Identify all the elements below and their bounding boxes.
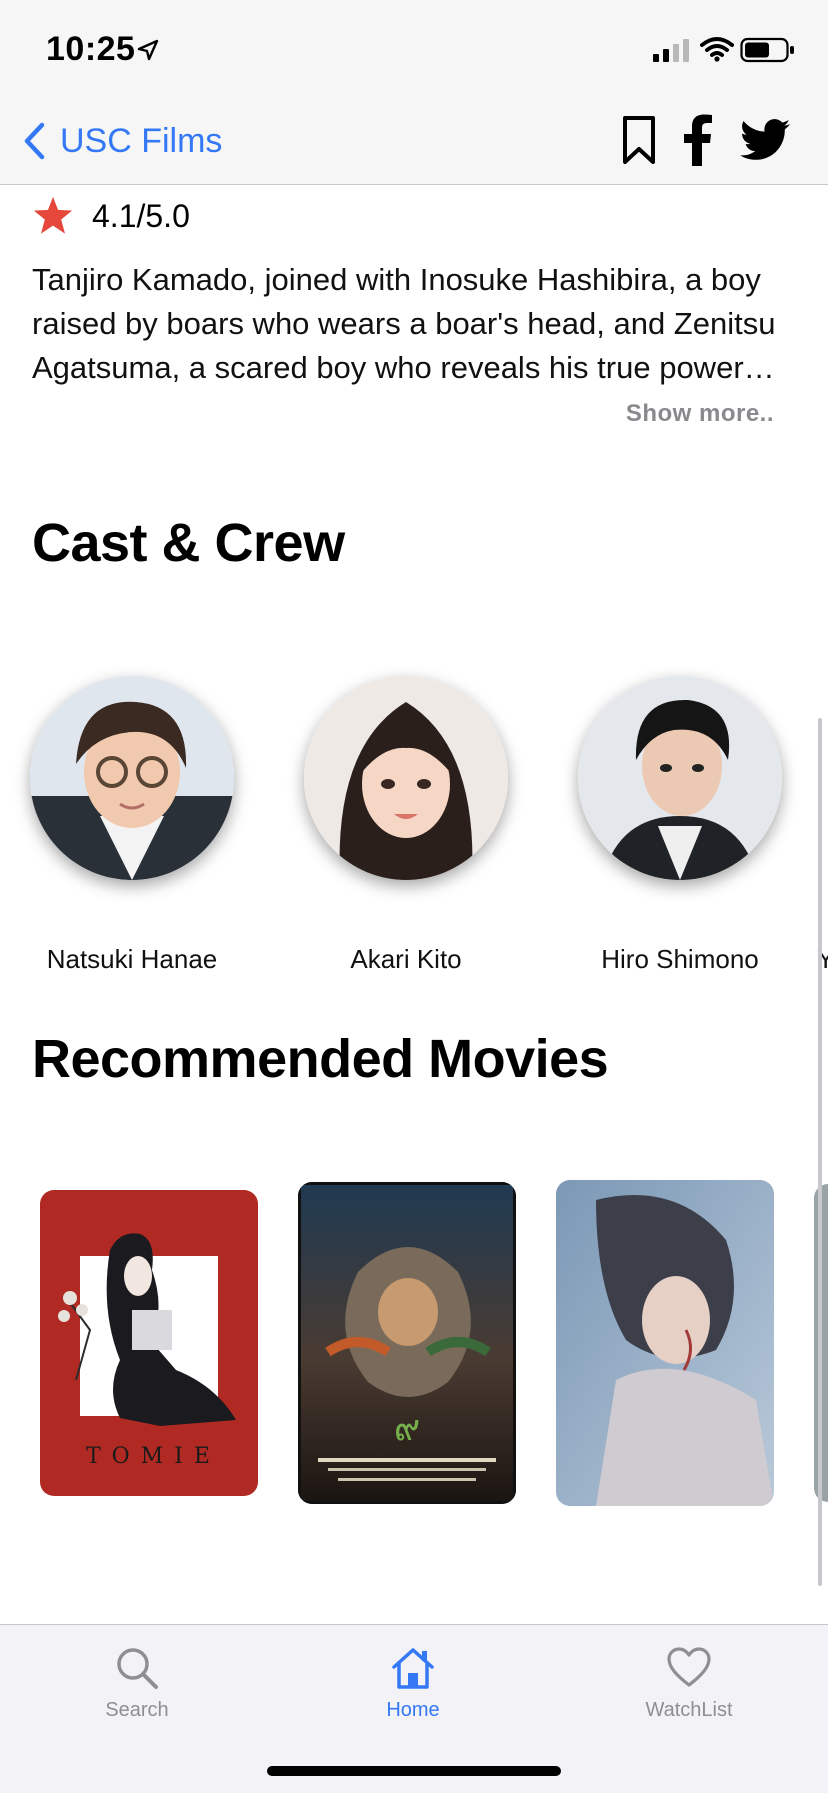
star-icon — [33, 196, 73, 234]
cast-name: Natsuki Hanae — [46, 944, 218, 974]
cellular-signal-icon — [653, 39, 689, 62]
back-button[interactable]: USC Films — [22, 116, 222, 166]
wifi-icon — [700, 37, 734, 62]
status-bar: 10:25 — [0, 0, 828, 100]
twitter-icon[interactable] — [740, 119, 790, 161]
chevron-left-icon — [24, 122, 45, 160]
recommended-carousel[interactable]: T O M I E ๙ — [0, 1170, 828, 1520]
search-icon — [117, 1648, 158, 1689]
movie-poster[interactable]: T O M I E — [40, 1190, 258, 1496]
overview-text: Tanjiro Kamado, joined with Inosuke Hash… — [32, 262, 776, 385]
cast-photo — [578, 676, 782, 880]
poster-caption: T O M I E — [86, 1444, 212, 1469]
scroll-indicator[interactable] — [818, 718, 822, 1586]
tab-label: Home — [386, 1699, 440, 1721]
cast-photo — [304, 676, 508, 880]
facebook-icon[interactable] — [684, 114, 712, 166]
cast-name: Hiro Shimono — [601, 944, 759, 974]
status-time: 10:25 — [46, 30, 136, 68]
house-icon — [392, 1648, 434, 1689]
home-indicator — [267, 1766, 561, 1776]
cast-member[interactable]: Natsuki Hanae — [12, 660, 252, 975]
battery-icon — [740, 37, 794, 63]
tab-search[interactable]: Search — [37, 1645, 237, 1722]
heart-icon — [667, 1647, 711, 1687]
svg-text:๙: ๙ — [394, 1408, 420, 1449]
cast-member[interactable]: Akari Kito — [286, 660, 526, 975]
navigation-bar: USC Films — [0, 100, 828, 185]
rating-row: 4.1/5.0 — [32, 196, 190, 236]
location-arrow-icon — [137, 39, 159, 61]
cast-section-title: Cast & Crew — [32, 513, 345, 573]
movie-poster[interactable]: ๙ — [298, 1182, 516, 1504]
cast-name: Akari Kito — [350, 944, 462, 974]
back-button-label: USC Films — [60, 121, 223, 160]
bookmark-icon[interactable] — [622, 115, 656, 165]
recommended-section-title: Recommended Movies — [32, 1029, 609, 1089]
cast-member[interactable]: Hiro Shimono — [560, 660, 800, 975]
show-more-button[interactable]: Show more.. — [626, 400, 774, 428]
cast-carousel[interactable]: Natsuki Hanae Akari Kito Hiro Shimono Y — [0, 660, 828, 990]
movie-overview: Tanjiro Kamado, joined with Inosuke Hash… — [32, 258, 780, 390]
tab-label: WatchList — [645, 1699, 733, 1721]
tab-home[interactable]: Home — [313, 1645, 513, 1722]
rating-value: 4.1/5.0 — [92, 197, 190, 234]
tab-watchlist[interactable]: WatchList — [589, 1645, 789, 1722]
movie-poster[interactable] — [556, 1180, 774, 1506]
tab-label: Search — [105, 1699, 169, 1721]
cast-photo — [30, 676, 234, 880]
